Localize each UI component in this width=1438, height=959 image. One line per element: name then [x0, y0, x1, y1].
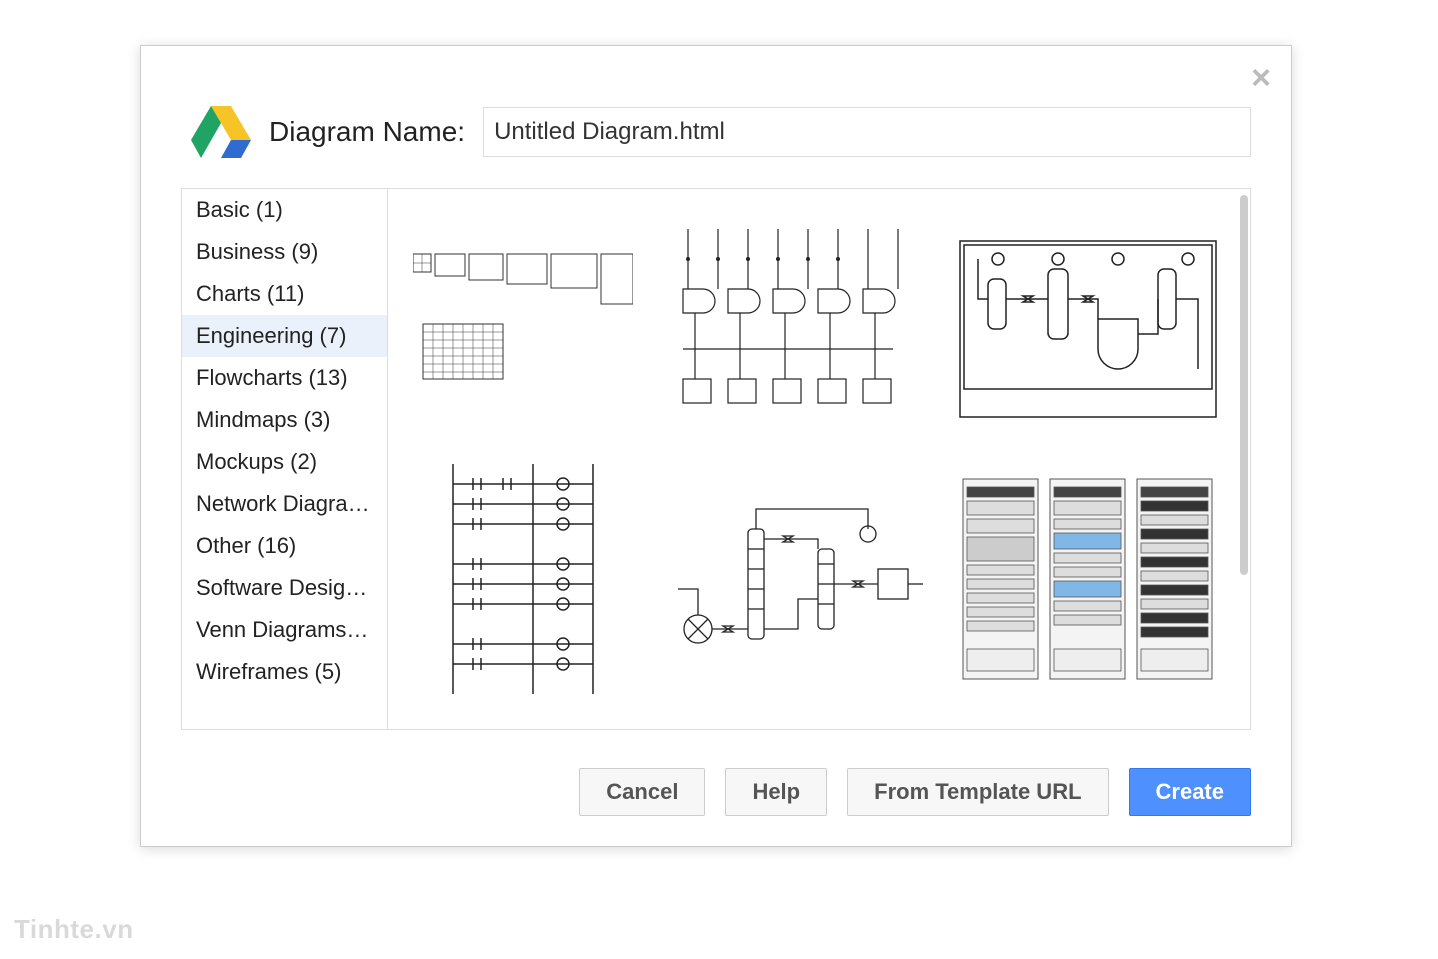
sidebar-item-7[interactable]: Network Diagram… — [182, 483, 387, 525]
template-tile-tables[interactable] — [408, 219, 638, 439]
cancel-button[interactable]: Cancel — [579, 768, 705, 816]
sidebar-item-3[interactable]: Engineering (7) — [182, 315, 387, 357]
diagram-name-label: Diagram Name: — [269, 116, 465, 148]
new-diagram-dialog: × Diagram Name: Basic (1)Business (9)Cha… — [140, 45, 1292, 847]
category-sidebar: Basic (1)Business (9)Charts (11)Engineer… — [182, 189, 388, 729]
help-button[interactable]: Help — [725, 768, 827, 816]
template-tile-pid[interactable] — [958, 219, 1218, 439]
template-tile-ladder[interactable] — [408, 469, 638, 689]
sidebar-item-4[interactable]: Flowcharts (13) — [182, 357, 387, 399]
sidebar-item-11[interactable]: Wireframes (5) — [182, 651, 387, 693]
sidebar-item-10[interactable]: Venn Diagrams (2) — [182, 609, 387, 651]
sidebar-item-9[interactable]: Software Design (… — [182, 567, 387, 609]
template-tile-process-flow[interactable] — [668, 469, 928, 689]
dialog-body: Basic (1)Business (9)Charts (11)Engineer… — [181, 188, 1251, 730]
diagram-name-input[interactable] — [483, 107, 1251, 157]
template-tile-rack[interactable] — [958, 469, 1218, 689]
sidebar-item-2[interactable]: Charts (11) — [182, 273, 387, 315]
dialog-header: Diagram Name: — [141, 46, 1291, 188]
sidebar-item-6[interactable]: Mockups (2) — [182, 441, 387, 483]
google-drive-icon — [191, 106, 251, 158]
sidebar-item-5[interactable]: Mindmaps (3) — [182, 399, 387, 441]
sidebar-item-0[interactable]: Basic (1) — [182, 189, 387, 231]
gallery-scrollbar[interactable] — [1240, 195, 1248, 575]
close-icon[interactable]: × — [1251, 61, 1271, 95]
from-template-url-button[interactable]: From Template URL — [847, 768, 1108, 816]
template-tile-logic-circuit[interactable] — [668, 219, 928, 439]
create-button[interactable]: Create — [1129, 768, 1251, 816]
template-gallery-wrap — [388, 189, 1250, 729]
sidebar-item-1[interactable]: Business (9) — [182, 231, 387, 273]
template-gallery — [388, 189, 1238, 729]
dialog-footer: Cancel Help From Template URL Create — [579, 768, 1251, 816]
sidebar-item-8[interactable]: Other (16) — [182, 525, 387, 567]
watermark-text: Tinhte.vn — [14, 914, 134, 945]
